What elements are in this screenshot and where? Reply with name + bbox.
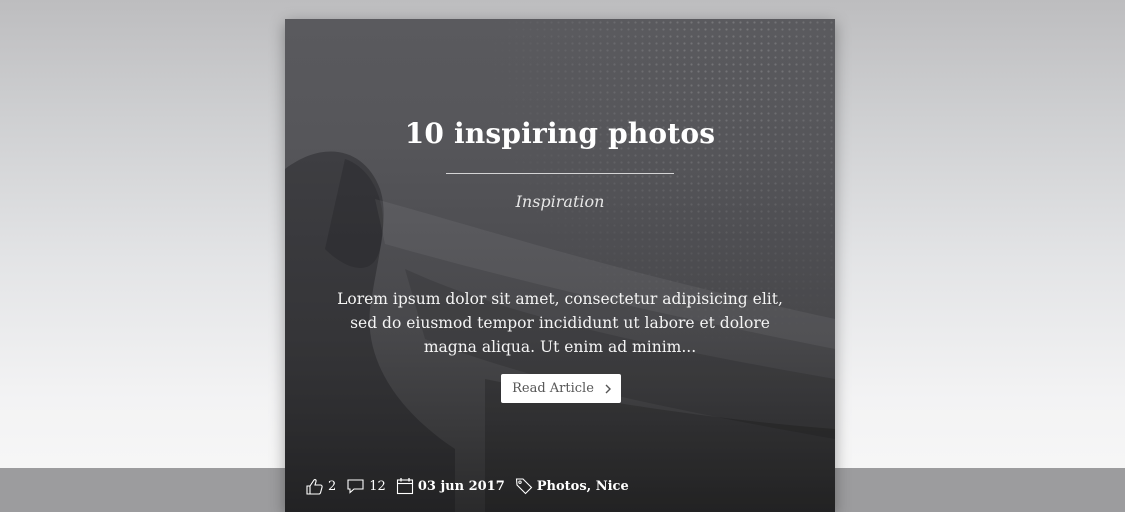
article-title: 10 inspiring photos	[404, 117, 716, 150]
tags[interactable]: Photos, Nice	[515, 477, 629, 495]
chevron-right-icon	[605, 384, 611, 393]
read-article-label: Read Article	[512, 381, 594, 396]
calendar-icon	[396, 478, 413, 495]
thumbs-up-icon	[306, 478, 323, 495]
article-category: Inspiration	[515, 192, 605, 211]
publish-date: 03 jun 2017	[396, 477, 505, 495]
likes-count: 2	[328, 478, 337, 494]
comment-icon	[347, 479, 364, 494]
likes[interactable]: 2	[305, 477, 336, 496]
article-card: 10 inspiring photos Inspiration Lorem ip…	[285, 19, 835, 512]
article-meta: 2 12 03 jun 2017 Photos, Nice	[305, 476, 639, 496]
article-excerpt: Lorem ipsum dolor sit amet, consectetur …	[337, 290, 783, 356]
comments-count: 12	[369, 478, 386, 494]
tags-text[interactable]: Photos, Nice	[537, 479, 629, 494]
read-article-button[interactable]: Read Article	[501, 374, 621, 403]
comments[interactable]: 12	[346, 477, 386, 495]
publish-date-text: 03 jun 2017	[417, 478, 505, 494]
tag-icon	[515, 478, 533, 495]
title-divider	[446, 173, 674, 174]
